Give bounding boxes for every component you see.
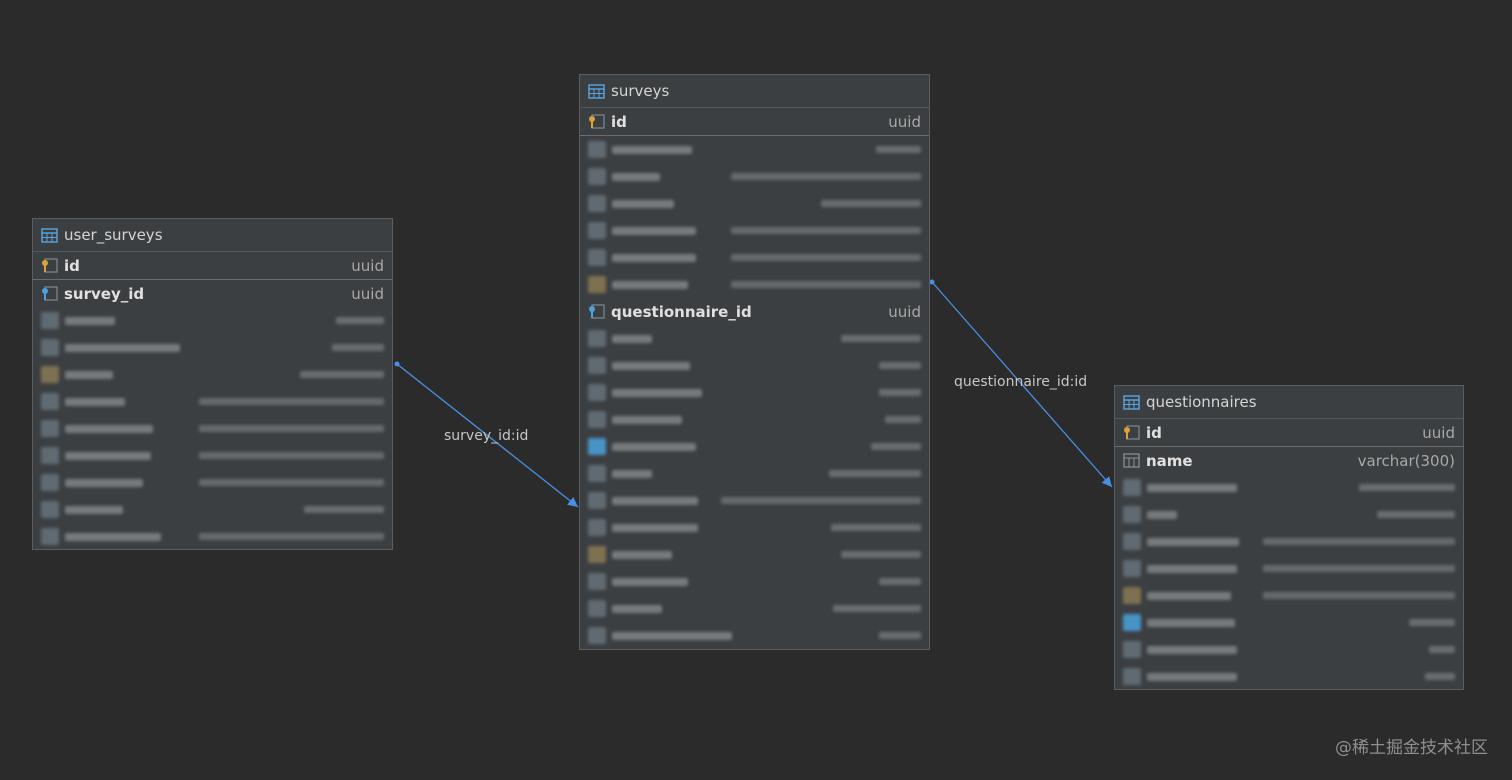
table-user-surveys[interactable]: user_surveys id uuid survey_id uuid xyxy=(32,218,393,550)
redacted-column-row xyxy=(580,136,929,163)
table-title: user_surveys xyxy=(64,226,163,244)
redacted-column-row xyxy=(580,163,929,190)
relation-anchor-questionnaire xyxy=(929,279,935,285)
column-type: uuid xyxy=(351,256,384,275)
redacted-column-row xyxy=(33,523,392,550)
redacted-column-row xyxy=(33,469,392,496)
redacted-column-row xyxy=(33,442,392,469)
redacted-column-row xyxy=(580,325,929,352)
redacted-column-row xyxy=(580,460,929,487)
redacted-column-row xyxy=(580,244,929,271)
column-type: uuid xyxy=(888,112,921,131)
redacted-column-row xyxy=(580,622,929,649)
redacted-column-row xyxy=(580,595,929,622)
primary-key-icon xyxy=(588,113,605,130)
column-name: survey_id xyxy=(64,284,145,303)
watermark: @稀土掘金技术社区 xyxy=(1335,738,1488,758)
redacted-column-row xyxy=(580,379,929,406)
column-row[interactable]: questionnaire_id uuid xyxy=(580,298,929,325)
table-title: questionnaires xyxy=(1146,393,1257,411)
redacted-column-row xyxy=(1115,555,1463,582)
table-questionnaires[interactable]: questionnaires id uuid name varchar(300) xyxy=(1114,385,1464,690)
table-title: surveys xyxy=(611,82,670,100)
column-name: id xyxy=(1146,423,1162,442)
redacted-column-row xyxy=(580,433,929,460)
redacted-column-row xyxy=(1115,609,1463,636)
redacted-column-row xyxy=(1115,528,1463,555)
foreign-key-icon xyxy=(588,303,605,320)
column-row[interactable]: id uuid xyxy=(580,108,929,136)
redacted-column-row xyxy=(33,388,392,415)
redacted-column-row xyxy=(33,496,392,523)
table-header[interactable]: user_surveys xyxy=(33,219,392,252)
relation-anchor-survey xyxy=(394,361,400,367)
column-row[interactable]: id uuid xyxy=(33,252,392,280)
redacted-column-row xyxy=(580,568,929,595)
redacted-column-row xyxy=(33,415,392,442)
redacted-column-row xyxy=(580,352,929,379)
column-name: id xyxy=(611,112,627,131)
redacted-column-row xyxy=(33,334,392,361)
relation-label-survey: survey_id:id xyxy=(444,428,529,444)
redacted-column-row xyxy=(580,271,929,298)
relation-label-questionnaire: questionnaire_id:id xyxy=(954,374,1088,390)
table-icon xyxy=(41,227,58,244)
redacted-column-row xyxy=(580,487,929,514)
redacted-column-row xyxy=(580,541,929,568)
column-name: name xyxy=(1146,451,1193,470)
column-type: uuid xyxy=(1422,423,1455,442)
redacted-column-row xyxy=(33,361,392,388)
column-name: id xyxy=(64,256,80,275)
column-type: uuid xyxy=(351,284,384,303)
column-type: varchar(300) xyxy=(1357,451,1455,470)
column-row[interactable]: id uuid xyxy=(1115,419,1463,447)
primary-key-icon xyxy=(1123,424,1140,441)
redacted-column-row xyxy=(1115,663,1463,690)
redacted-column-row xyxy=(580,514,929,541)
redacted-column-row xyxy=(1115,501,1463,528)
column-icon xyxy=(1123,452,1140,469)
redacted-column-row xyxy=(1115,582,1463,609)
foreign-key-icon xyxy=(41,285,58,302)
redacted-column-row xyxy=(1115,474,1463,501)
redacted-column-row xyxy=(580,217,929,244)
redacted-column-row xyxy=(33,307,392,334)
primary-key-icon xyxy=(41,257,58,274)
table-surveys[interactable]: surveys id uuid questionnaire_id uuid xyxy=(579,74,930,650)
column-name: questionnaire_id xyxy=(611,302,752,321)
column-row[interactable]: survey_id uuid xyxy=(33,280,392,307)
table-icon xyxy=(588,83,605,100)
column-row[interactable]: name varchar(300) xyxy=(1115,447,1463,474)
table-header[interactable]: surveys xyxy=(580,75,929,108)
redacted-column-row xyxy=(1115,636,1463,663)
redacted-column-row xyxy=(580,190,929,217)
table-header[interactable]: questionnaires xyxy=(1115,386,1463,419)
redacted-column-row xyxy=(580,406,929,433)
column-type: uuid xyxy=(888,302,921,321)
table-icon xyxy=(1123,394,1140,411)
